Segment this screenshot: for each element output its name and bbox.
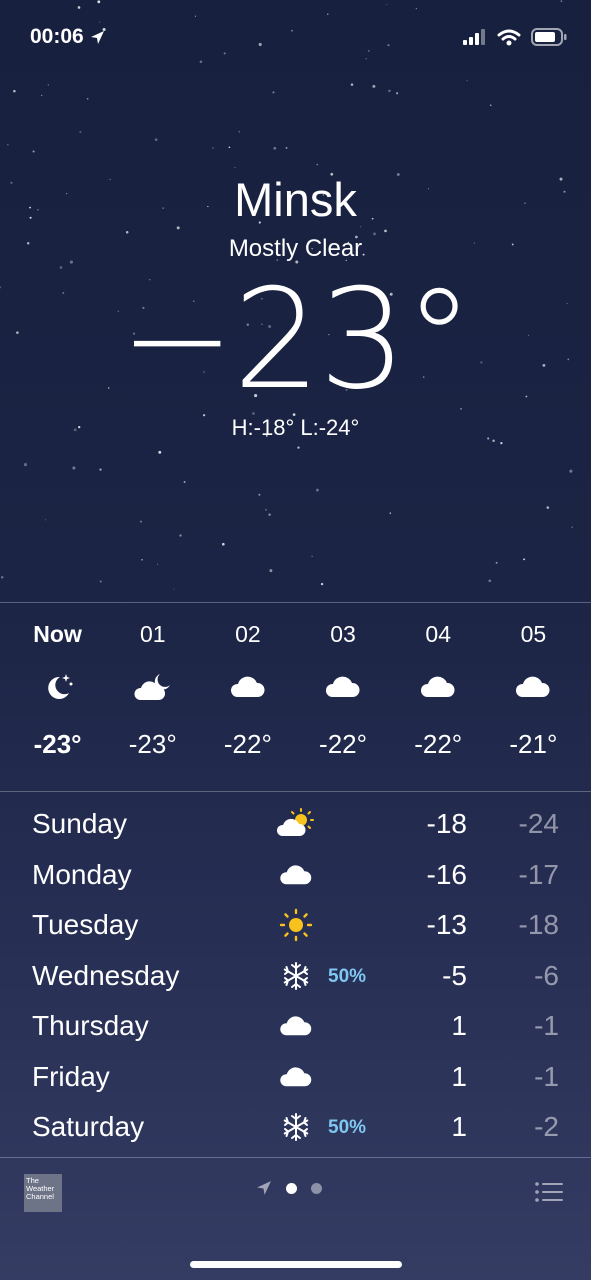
current-weather: Minsk Mostly Clear −23° H:-18° L:-24° <box>0 172 591 441</box>
hour-temperature: -21° <box>509 729 558 759</box>
location-arrow-icon <box>257 1181 271 1195</box>
day-name: Saturday <box>32 1111 145 1142</box>
weather-channel-logo[interactable]: The Weather Channel <box>24 1174 62 1212</box>
battery-icon <box>531 28 567 46</box>
hour-temperature: -22° <box>319 729 368 759</box>
cloud-moon-icon <box>107 667 199 707</box>
hourly-item: 01 -23° <box>107 603 199 791</box>
page-dot-active[interactable] <box>286 1182 297 1194</box>
day-name: Thursday <box>32 1010 149 1041</box>
day-low: -17 <box>518 858 559 890</box>
hour-label: 02 <box>235 621 261 647</box>
day-high: -5 <box>442 959 467 991</box>
day-row: Thursday 1 -1 <box>0 1002 591 1053</box>
day-high: -18 <box>426 808 467 839</box>
snowflake-icon <box>276 1110 316 1144</box>
day-name: Wednesday <box>32 959 180 991</box>
day-low: -18 <box>518 909 559 940</box>
day-high: 1 <box>451 1111 467 1142</box>
precip-chance: 50% <box>328 1117 367 1138</box>
day-low: -1 <box>534 1010 559 1041</box>
page-dot[interactable] <box>311 1182 322 1194</box>
day-high: 1 <box>451 1060 467 1092</box>
day-low: -6 <box>534 959 559 991</box>
city-list-button[interactable] <box>535 1182 563 1207</box>
hourly-item: 04 -22° <box>392 603 484 791</box>
location-arrow-icon <box>90 30 104 44</box>
hour-temperature: -22° <box>223 729 272 759</box>
day-high: 1 <box>451 1010 467 1041</box>
hourly-item: 03 -22° <box>297 603 389 791</box>
day-name: Sunday <box>32 808 127 839</box>
signal-bars-icon <box>463 29 485 45</box>
partly-sunny-icon <box>276 807 316 841</box>
home-indicator[interactable] <box>190 1261 402 1268</box>
hourly-forecast[interactable]: Now -23° 01 -23° 02 -22° 03 -22° 04 -22°… <box>0 602 591 792</box>
cloud-icon <box>276 858 316 892</box>
day-name: Monday <box>32 858 132 890</box>
sun-icon <box>276 908 316 942</box>
snowflake-icon <box>276 959 316 993</box>
day-row: Tuesday -13 -18 <box>0 901 591 952</box>
cloud-icon <box>392 667 484 707</box>
high-low-text: H:-18° L:-24° <box>231 415 360 440</box>
hour-label: 04 <box>425 621 451 647</box>
page-indicator[interactable] <box>256 1180 322 1196</box>
hour-temperature: -23° <box>128 729 177 759</box>
day-row: Saturday 50% 1 -2 <box>0 1103 591 1154</box>
hourly-item: 02 -22° <box>202 603 294 791</box>
moon-stars-icon <box>12 667 104 707</box>
hour-temperature: -22° <box>414 729 463 759</box>
day-low: -24 <box>518 808 559 839</box>
hourly-item: 05 -21° <box>487 603 579 791</box>
day-low: -2 <box>534 1111 559 1142</box>
list-icon <box>535 1182 563 1202</box>
hour-temperature: -23° <box>33 729 82 759</box>
hour-label: 05 <box>520 621 547 647</box>
hour-label: 03 <box>330 621 356 647</box>
cloud-icon <box>487 667 579 707</box>
hour-label: 01 <box>139 621 166 647</box>
day-row: Sunday -18 -24 <box>0 800 591 851</box>
hourly-item: Now -23° <box>12 603 104 791</box>
day-row: Monday -16 -17 <box>0 851 591 902</box>
daily-forecast[interactable]: Sunday -18 -24 Monday -16 -17 Tuesday -1… <box>0 800 591 1154</box>
day-high: -16 <box>426 858 467 890</box>
day-low: -1 <box>534 1060 559 1092</box>
precip-chance: 50% <box>328 965 367 987</box>
day-name: Friday <box>32 1060 110 1092</box>
current-temperature: −23° <box>119 259 473 420</box>
day-name: Tuesday <box>32 909 139 940</box>
city-name: Minsk <box>234 173 357 226</box>
day-high: -13 <box>426 909 467 940</box>
status-bar: 00:06 <box>30 22 567 52</box>
wifi-icon <box>497 29 521 45</box>
day-row: Wednesday 50% -5 -6 <box>0 952 591 1003</box>
day-row: Friday 1 -1 <box>0 1053 591 1104</box>
cloud-icon <box>297 667 389 707</box>
hour-label: Now <box>33 621 82 647</box>
bottom-toolbar: The Weather Channel <box>0 1157 591 1227</box>
cloud-icon <box>202 667 294 707</box>
cloud-icon <box>276 1009 316 1043</box>
status-time: 00:06 <box>30 25 84 48</box>
cloud-icon <box>276 1060 316 1094</box>
